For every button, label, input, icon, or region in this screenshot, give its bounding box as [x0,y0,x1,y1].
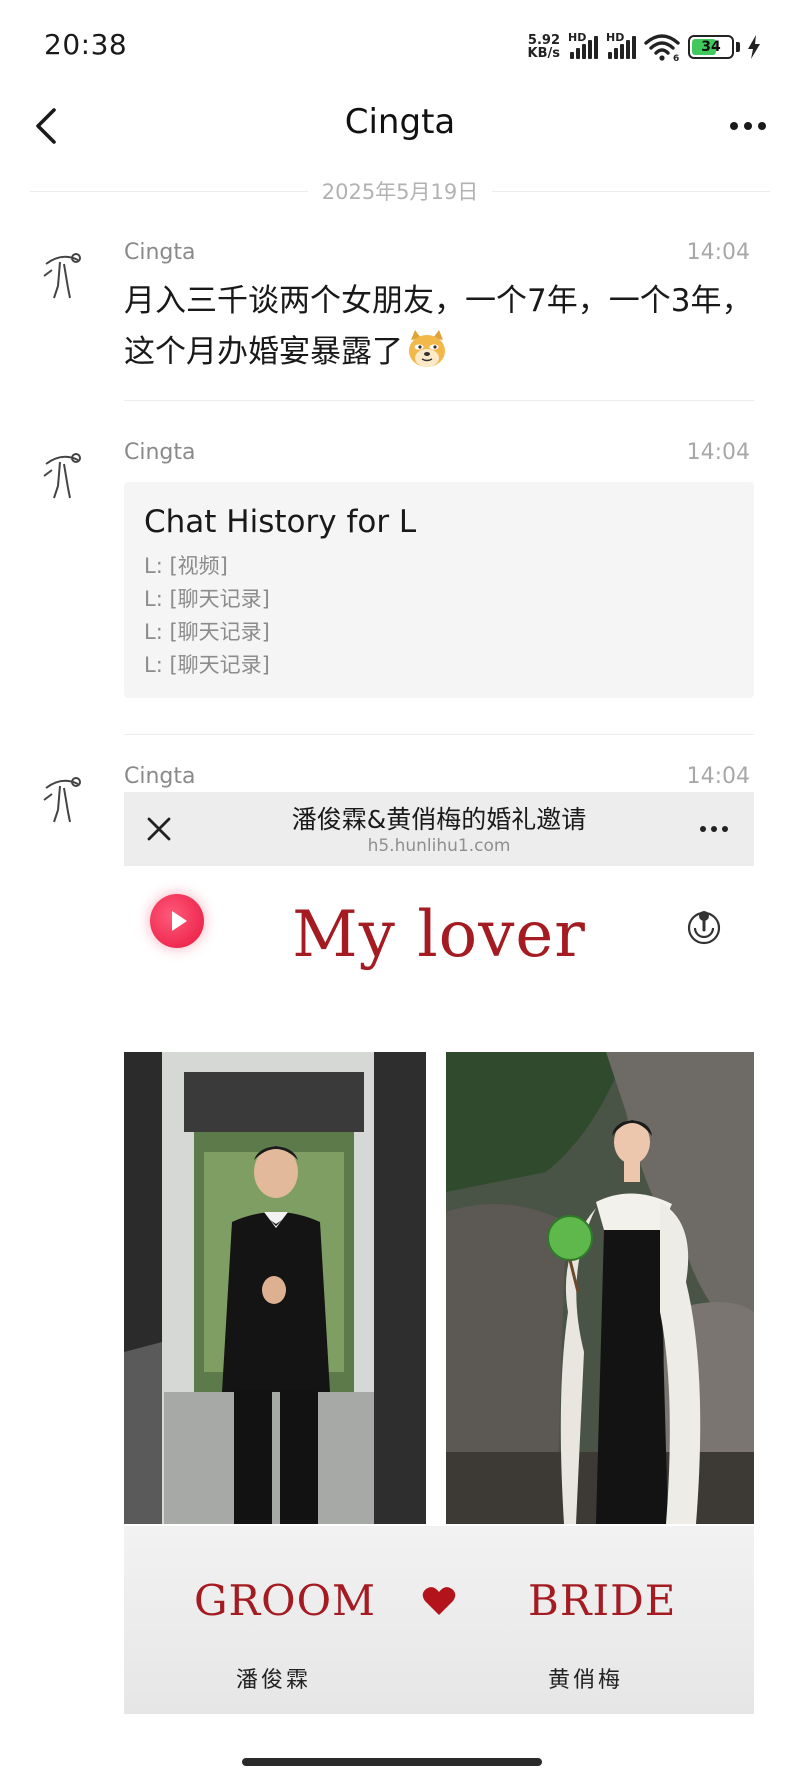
sender-name: Cingta [124,240,196,265]
heart-icon [422,1587,456,1615]
message-time: 14:04 [686,440,750,465]
wifi-icon: 6 [644,34,680,61]
chat-history-line: L: [聊天记录] [144,620,270,644]
home-indicator[interactable] [242,1758,542,1766]
network-speed: 5.92 KB/s [528,34,560,60]
wifi-label: 6 [673,54,679,61]
chat-history-line: L: [视频] [144,554,228,578]
panorama-icon[interactable] [684,906,724,946]
sender-name: Cingta [124,440,196,465]
webpage-header: 潘俊霖&黄俏梅的婚礼邀请 h5.hunlihu1.com [124,792,754,866]
invitation-headline: My lover [292,898,586,972]
battery-percent: 34 [701,39,721,55]
avatar[interactable] [34,246,92,304]
chat-history-line: L: [聊天记录] [144,653,270,677]
charging-bolt-icon [748,35,760,59]
more-options-icon[interactable] [696,812,732,846]
avatar[interactable] [34,446,92,504]
more-options-icon[interactable] [724,106,772,146]
message-time: 14:04 [686,764,750,789]
sim1-signal-icon: HD [568,31,598,59]
message-separator [124,734,754,735]
date-divider-text: 2025年5月19日 [321,180,479,204]
chat-history-card[interactable]: Chat History for L L: [视频] L: [聊天记录] L: … [124,482,754,698]
webpage-title: 潘俊霖&黄俏梅的婚礼邀请 [291,805,587,834]
sim2-signal-icon: HD [606,31,636,59]
date-divider: 2025年5月19日 [30,176,770,206]
chat-title: Cingta [344,102,456,142]
message-text: 月入三千谈两个女朋友，一个7年，一个3年，这个月办婚宴暴露了 [124,276,754,377]
status-indicators: 5.92 KB/s HD HD 6 34 [528,30,760,64]
chat-header: Cingta [0,92,800,158]
groom-photo [124,1052,426,1524]
battery-icon: 34 [688,35,734,59]
status-bar: 20:38 5.92 KB/s HD HD 6 34 [0,0,800,92]
avatar[interactable] [34,770,92,828]
sim1-hd-label: HD [568,31,587,44]
groom-label: GROOM [194,1576,377,1625]
bride-photo [446,1052,754,1524]
wedding-invitation-page[interactable]: My lover GROOM BRIDE 潘俊霖 黄俏梅 [124,866,754,1714]
message-time: 14:04 [686,240,750,265]
couple-names-band: GROOM BRIDE 潘俊霖 黄俏梅 [124,1526,754,1714]
groom-name: 潘俊霖 [236,1668,312,1693]
status-time: 20:38 [44,28,128,61]
doge-emoji-icon [409,330,445,367]
divider-line-right [492,190,770,192]
webpage-url: h5.hunlihu1.com [367,836,511,856]
network-speed-unit: KB/s [527,46,560,61]
sender-name: Cingta [124,764,196,789]
chat-history-line: L: [聊天记录] [144,587,270,611]
divider-line-left [30,190,308,192]
sim2-hd-label: HD [606,31,625,44]
bride-label: BRIDE [528,1576,677,1625]
battery-cap [736,42,740,52]
chat-history-title: Chat History for L [144,504,417,540]
message-separator [124,400,754,401]
bride-name: 黄俏梅 [548,1668,624,1693]
